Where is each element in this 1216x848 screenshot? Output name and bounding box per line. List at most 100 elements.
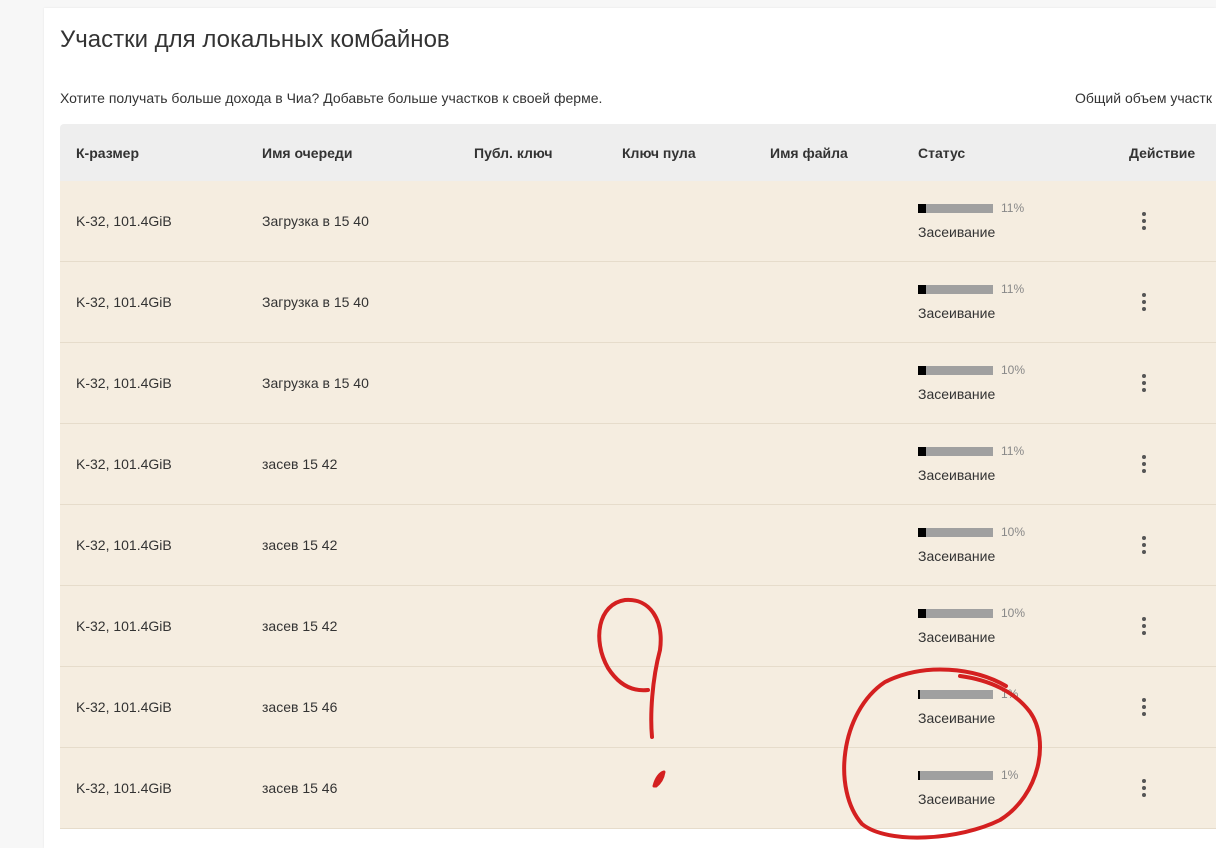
progress-line: 11% — [918, 282, 1078, 296]
cell-queue-name: засев 15 46 — [262, 699, 338, 715]
cell-k-size: K-32, 101.4GiB — [76, 618, 172, 634]
page-title: Участки для локальных комбайнов — [60, 26, 450, 53]
status-cell: 11% Засеивание — [918, 282, 1078, 321]
table-row: K-32, 101.4GiB засев 15 42 10% Засеивание — [60, 586, 1216, 667]
row-menu-button[interactable] — [1134, 614, 1154, 638]
cell-queue-name: засев 15 42 — [262, 456, 338, 472]
total-size-label: Общий объем участк — [1075, 90, 1212, 106]
progress-bar — [918, 527, 993, 537]
progress-line: 1% — [918, 687, 1078, 701]
progress-percent: 10% — [1001, 363, 1026, 377]
table-header: К-размер Имя очереди Публ. ключ Ключ пул… — [60, 124, 1216, 181]
cell-queue-name: Загрузка в 15 40 — [262, 213, 369, 229]
progress-line: 10% — [918, 606, 1078, 620]
header-file-name[interactable]: Имя файла — [770, 124, 848, 181]
header-pub-key[interactable]: Публ. ключ — [474, 124, 552, 181]
table-row: K-32, 101.4GiB Загрузка в 15 40 11% Засеива… — [60, 181, 1216, 262]
status-cell: 11% Засеивание — [918, 201, 1078, 240]
progress-percent: 11% — [1001, 444, 1025, 458]
progress-percent: 10% — [1001, 606, 1026, 620]
progress-bar — [918, 608, 993, 618]
progress-bar-fill — [918, 446, 926, 456]
progress-bar — [918, 689, 993, 699]
row-menu-button[interactable] — [1134, 695, 1154, 719]
progress-line: 11% — [918, 444, 1078, 458]
cell-k-size: K-32, 101.4GiB — [76, 456, 172, 472]
progress-bar-fill — [918, 527, 926, 537]
status-cell: 10% Засеивание — [918, 606, 1078, 645]
progress-line: 11% — [918, 201, 1078, 215]
status-text: Засеивание — [918, 710, 996, 726]
header-pool-key[interactable]: Ключ пула — [622, 124, 696, 181]
more-vert-icon — [1142, 211, 1146, 232]
header-action: Действие — [1129, 144, 1196, 161]
progress-line: 10% — [918, 525, 1078, 539]
cell-k-size: K-32, 101.4GiB — [76, 213, 172, 229]
row-menu-button[interactable] — [1134, 290, 1154, 314]
progress-percent: 11% — [1001, 201, 1025, 215]
table-row: K-32, 101.4GiB засев 15 46 1% Засеивание — [60, 667, 1216, 748]
cell-queue-name: засев 15 42 — [262, 537, 338, 553]
status-text: Засеивание — [918, 224, 996, 240]
status-text: Засеивание — [918, 386, 996, 402]
progress-bar — [918, 770, 993, 780]
table-row: K-32, 101.4GiB засев 15 42 11% Засеивание — [60, 424, 1216, 505]
progress-line: 10% — [918, 363, 1078, 377]
status-cell: 1% Засеивание — [918, 768, 1078, 807]
status-text: Засеивание — [918, 467, 996, 483]
more-vert-icon — [1142, 292, 1146, 313]
progress-bar-fill — [918, 365, 926, 375]
progress-percent: 1% — [1001, 687, 1019, 701]
status-text: Засеивание — [918, 305, 996, 321]
cell-queue-name: Загрузка в 15 40 — [262, 294, 369, 310]
progress-bar-fill — [918, 284, 926, 294]
header-k-size[interactable]: К-размер — [76, 124, 139, 181]
status-cell: 11% Засеивание — [918, 444, 1078, 483]
plots-table: К-размер Имя очереди Публ. ключ Ключ пул… — [60, 124, 1216, 829]
more-vert-icon — [1142, 373, 1146, 394]
progress-percent: 10% — [1001, 525, 1026, 539]
plots-card: Участки для локальных комбайнов Хотите п… — [44, 8, 1216, 848]
table-row: K-32, 101.4GiB засев 15 46 1% Засеивание — [60, 748, 1216, 829]
more-vert-icon — [1142, 778, 1146, 799]
cell-queue-name: засев 15 46 — [262, 780, 338, 796]
status-cell: 1% Засеивание — [918, 687, 1078, 726]
status-text: Засеивание — [918, 791, 996, 807]
progress-bar — [918, 284, 993, 294]
row-menu-button[interactable] — [1134, 776, 1154, 800]
table-row: K-32, 101.4GiB засев 15 42 10% Засеивание — [60, 505, 1216, 586]
progress-bar — [918, 446, 993, 456]
more-vert-icon — [1142, 616, 1146, 637]
cell-k-size: K-32, 101.4GiB — [76, 537, 172, 553]
cell-k-size: K-32, 101.4GiB — [76, 375, 172, 391]
table-row: K-32, 101.4GiB Загрузка в 15 40 11% Засеива… — [60, 262, 1216, 343]
cell-queue-name: Загрузка в 15 40 — [262, 375, 369, 391]
progress-bar — [918, 365, 993, 375]
progress-line: 1% — [918, 768, 1078, 782]
row-menu-button[interactable] — [1134, 371, 1154, 395]
status-cell: 10% Засеивание — [918, 525, 1078, 564]
progress-bar-fill — [918, 608, 926, 618]
row-menu-button[interactable] — [1134, 452, 1154, 476]
progress-bar — [918, 203, 993, 213]
cell-k-size: K-32, 101.4GiB — [76, 294, 172, 310]
row-menu-button[interactable] — [1134, 209, 1154, 233]
progress-bar-fill — [918, 770, 920, 780]
progress-bar-fill — [918, 203, 926, 213]
page-subtitle: Хотите получать больше дохода в Чиа? Доб… — [60, 90, 603, 106]
table-row: K-32, 101.4GiB Загрузка в 15 40 10% Засеива… — [60, 343, 1216, 424]
more-vert-icon — [1142, 454, 1146, 475]
status-text: Засеивание — [918, 629, 996, 645]
cell-queue-name: засев 15 42 — [262, 618, 338, 634]
progress-percent: 11% — [1001, 282, 1025, 296]
header-status[interactable]: Статус — [918, 124, 965, 181]
status-text: Засеивание — [918, 548, 996, 564]
cell-k-size: K-32, 101.4GiB — [76, 699, 172, 715]
more-vert-icon — [1142, 697, 1146, 718]
status-cell: 10% Засеивание — [918, 363, 1078, 402]
cell-k-size: K-32, 101.4GiB — [76, 780, 172, 796]
row-menu-button[interactable] — [1134, 533, 1154, 557]
header-queue-name[interactable]: Имя очереди — [262, 124, 352, 181]
progress-bar-fill — [918, 689, 920, 699]
more-vert-icon — [1142, 535, 1146, 556]
